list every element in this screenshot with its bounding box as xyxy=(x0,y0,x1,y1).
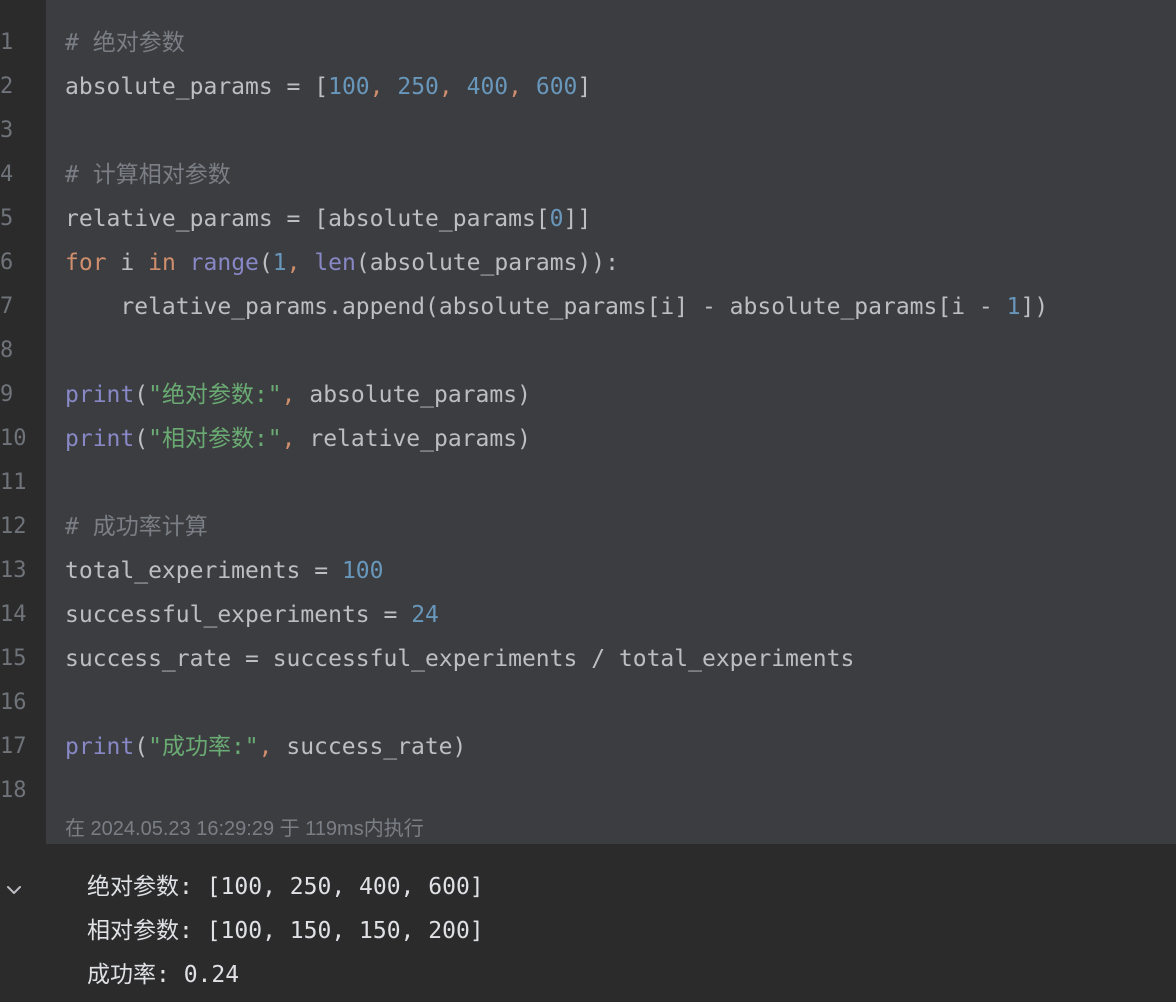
code-token: ( xyxy=(134,426,149,452)
code-token: , xyxy=(281,426,310,452)
code-line[interactable]: print("成功率:", success_rate) xyxy=(65,725,466,769)
code-line[interactable]: relative_params.append(absolute_params[i… xyxy=(65,285,1048,329)
code-token: # 计算相对参数 xyxy=(65,162,231,188)
code-token: 600 xyxy=(535,74,578,100)
code-token: i xyxy=(106,250,149,276)
code-token: relative_params = [absolute_params[ xyxy=(65,206,550,232)
code-line[interactable]: absolute_params = [100, 250, 400, 600] xyxy=(65,65,591,109)
line-number: 18 xyxy=(0,778,27,803)
code-token: 400 xyxy=(466,74,509,100)
code-line[interactable]: print("相对参数:", relative_params) xyxy=(65,417,531,461)
code-token: relative_params) xyxy=(309,426,531,452)
code-token: 1 xyxy=(1006,294,1021,320)
line-number: 10 xyxy=(0,426,27,451)
line-number: 6 xyxy=(0,250,14,275)
code-token: 100 xyxy=(328,74,370,100)
code-line[interactable]: # 计算相对参数 xyxy=(65,153,231,197)
code-token: (absolute_params)): xyxy=(355,250,619,276)
line-number: 5 xyxy=(0,206,14,231)
line-number: 14 xyxy=(0,602,27,627)
output-line: 绝对参数: [100, 250, 400, 600] xyxy=(87,874,484,900)
code-token: 0 xyxy=(549,206,564,232)
code-token: , xyxy=(281,382,310,408)
code-token: for xyxy=(65,250,107,276)
notebook-cell: 在 2024.05.23 16:29:29 于 119ms内执行 绝对参数: [… xyxy=(0,0,1176,1002)
code-token: absolute_params = [ xyxy=(65,74,329,100)
code-token: ( xyxy=(258,250,273,276)
output-line: 成功率: 0.24 xyxy=(87,962,240,988)
code-line[interactable]: success_rate = successful_experiments / … xyxy=(65,637,854,681)
output-panel: 绝对参数: [100, 250, 400, 600] 相对参数: [100, 1… xyxy=(0,844,1176,1002)
line-number: 3 xyxy=(0,118,14,143)
code-line[interactable]: print("绝对参数:", absolute_params) xyxy=(65,373,531,417)
code-line[interactable]: relative_params = [absolute_params[0]] xyxy=(65,197,591,241)
code-token: , xyxy=(286,250,315,276)
code-token: ( xyxy=(134,734,149,760)
code-line[interactable]: # 成功率计算 xyxy=(65,505,208,549)
code-token: print xyxy=(65,426,135,452)
code-token: "成功率:" xyxy=(148,734,259,760)
code-token: absolute_params) xyxy=(309,382,531,408)
code-token: in xyxy=(148,250,176,276)
execution-status: 在 2024.05.23 16:29:29 于 119ms内执行 xyxy=(65,818,424,840)
line-number: 15 xyxy=(0,646,27,671)
code-token: "绝对参数:" xyxy=(148,382,282,408)
line-number: 8 xyxy=(0,338,14,363)
line-number: 1 xyxy=(0,30,14,55)
code-token: , xyxy=(258,734,287,760)
line-number: 13 xyxy=(0,558,27,583)
code-token: 1 xyxy=(272,250,287,276)
code-token: print xyxy=(65,382,135,408)
line-number: 9 xyxy=(0,382,14,407)
code-line[interactable]: # 绝对参数 xyxy=(65,21,185,65)
line-number: 12 xyxy=(0,514,27,539)
line-number: 7 xyxy=(0,294,14,319)
code-token: ( xyxy=(134,382,149,408)
code-token: range xyxy=(189,250,259,276)
code-token: ] xyxy=(577,74,592,100)
code-token: ]] xyxy=(563,206,592,232)
code-line[interactable]: total_experiments = 100 xyxy=(65,549,384,593)
code-token: success_rate) xyxy=(286,734,467,760)
line-number: 2 xyxy=(0,74,14,99)
code-token: 24 xyxy=(411,602,439,628)
chevron-down-icon[interactable] xyxy=(4,880,24,900)
code-token: 250 xyxy=(397,74,439,100)
code-token: success_rate = successful_experiments / … xyxy=(65,646,855,672)
code-line[interactable]: for i in range(1, len(absolute_params)): xyxy=(65,241,619,285)
code-token: , xyxy=(438,74,467,100)
code-token: print xyxy=(65,734,135,760)
code-token: , xyxy=(369,74,398,100)
code-token: successful_experiments = xyxy=(65,602,412,628)
output-line: 相对参数: [100, 150, 150, 200] xyxy=(87,918,484,944)
code-token: ]) xyxy=(1020,294,1049,320)
code-token: relative_params.append(absolute_params[i… xyxy=(65,294,1007,320)
code-token: len xyxy=(314,250,356,276)
code-token: total_experiments = xyxy=(65,558,342,584)
code-token: , xyxy=(508,74,536,100)
code-token: 100 xyxy=(341,558,384,584)
code-token: # 成功率计算 xyxy=(65,514,208,540)
code-token: "相对参数:" xyxy=(148,426,282,452)
code-token: # 绝对参数 xyxy=(65,30,185,56)
code-line[interactable]: successful_experiments = 24 xyxy=(65,593,439,637)
line-number: 4 xyxy=(0,162,14,187)
line-number: 16 xyxy=(0,690,27,715)
line-number: 11 xyxy=(0,470,27,495)
line-number: 17 xyxy=(0,734,27,759)
